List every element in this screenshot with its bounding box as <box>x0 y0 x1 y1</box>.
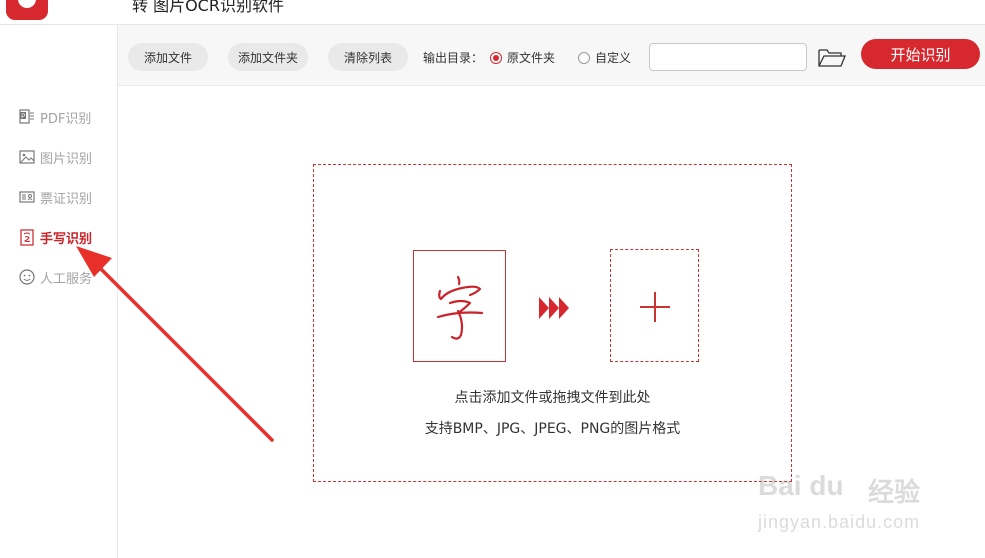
sidebar-item-ticket[interactable]: 票证识别 <box>18 187 92 207</box>
radio-dot <box>490 51 502 64</box>
sidebar: P PDF识别 图片识别 票证识别 手写识别 人工服务 <box>0 25 118 558</box>
sidebar-item-handwriting[interactable]: 手写识别 <box>18 227 92 247</box>
radio-custom[interactable]: 自定义 <box>578 49 631 66</box>
sidebar-item-label: 图片识别 <box>40 151 93 167</box>
toolbar: 添加文件 添加文件夹 清除列表 输出目录： 原文件夹 自定义 开始识别 <box>118 25 985 86</box>
output-dir-label: 输出目录： <box>423 51 484 65</box>
add-image-button[interactable] <box>610 249 699 362</box>
app-logo <box>6 0 48 20</box>
handwriting-icon <box>18 228 36 246</box>
handwritten-char-preview <box>413 250 506 362</box>
triple-arrow-icon <box>539 295 573 325</box>
radio-original-folder[interactable]: 原文件夹 <box>490 49 555 66</box>
watermark-brand: 经验 <box>868 478 921 508</box>
drop-zone[interactable]: 点击添加文件或拖拽文件到此处 支持BMP、JPG、JPEG、PNG的图片格式 <box>313 164 792 482</box>
sidebar-item-label: 人工服务 <box>40 271 93 287</box>
pdf-icon: P <box>18 109 36 125</box>
sidebar-item-pdf[interactable]: P PDF识别 <box>18 107 91 127</box>
watermark-logo: Bai du <box>758 470 844 501</box>
image-icon <box>18 149 36 165</box>
sidebar-item-label: PDF识别 <box>40 111 92 127</box>
open-folder-icon[interactable] <box>817 45 847 71</box>
title-bar: 转 图片OCR识别软件 <box>0 0 985 25</box>
radio-label: 原文件夹 <box>507 51 556 65</box>
watermark-url: jingyan.baidu.com <box>758 512 921 532</box>
smiley-icon <box>18 269 36 285</box>
add-folder-button[interactable]: 添加文件夹 <box>228 43 308 71</box>
supported-formats-text: 支持BMP、JPG、JPEG、PNG的图片格式 <box>424 421 681 437</box>
sidebar-item-image[interactable]: 图片识别 <box>18 147 92 167</box>
id-card-icon <box>18 189 36 205</box>
clear-list-button[interactable]: 清除列表 <box>328 43 408 71</box>
watermark: Bai du 经验 jingyan.baidu.com <box>758 450 978 550</box>
handwritten-char-icon <box>436 275 484 340</box>
drop-hint-text: 点击添加文件或拖拽文件到此处 <box>454 390 651 406</box>
add-file-button[interactable]: 添加文件 <box>128 43 208 71</box>
sidebar-item-manual-service[interactable]: 人工服务 <box>18 267 92 287</box>
radio-label: 自定义 <box>595 51 632 65</box>
sidebar-item-label: 手写识别 <box>40 231 93 247</box>
app-title: 转 图片OCR识别软件 <box>132 0 284 15</box>
radio-dot <box>578 51 590 64</box>
output-path-input[interactable] <box>649 43 807 71</box>
sidebar-item-label: 票证识别 <box>40 191 93 207</box>
start-recognition-button[interactable]: 开始识别 <box>861 39 980 69</box>
svg-text:P: P <box>21 114 25 120</box>
